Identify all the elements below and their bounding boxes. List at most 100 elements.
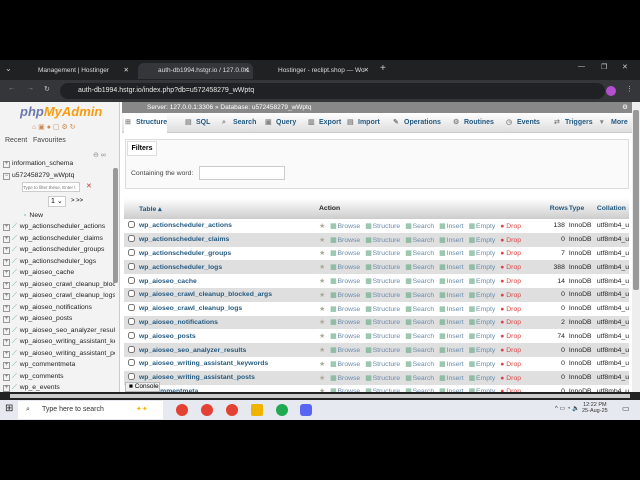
forward-icon[interactable]: →: [27, 85, 34, 92]
structure-link[interactable]: ▦Structure: [365, 278, 400, 285]
insert-link[interactable]: ▦Insert: [439, 306, 463, 313]
sidebar-table-item[interactable]: + ⟋ wp_comments: [3, 373, 115, 381]
drop-link[interactable]: ● Drop: [500, 278, 521, 285]
col-type[interactable]: Type: [568, 198, 597, 219]
chrome-profile-icon[interactable]: [201, 404, 213, 416]
chrome-icon[interactable]: [176, 404, 188, 416]
col-table[interactable]: Table ▴: [139, 198, 319, 219]
clock[interactable]: 12:22 PM 25-Aug-25: [582, 402, 608, 414]
insert-link[interactable]: ▦Insert: [439, 333, 463, 340]
favorite-star-icon[interactable]: ★: [319, 223, 325, 230]
favorite-star-icon[interactable]: ★: [319, 333, 325, 340]
profile-avatar[interactable]: [606, 86, 616, 96]
settings-icon[interactable]: ⚙: [622, 102, 628, 113]
insert-link[interactable]: ▦Insert: [439, 375, 463, 382]
close-icon[interactable]: ✕: [124, 63, 129, 79]
drop-link[interactable]: ● Drop: [500, 306, 521, 313]
table-name-link[interactable]: wp_actionscheduler_logs: [139, 260, 319, 275]
empty-link[interactable]: ▦Empty: [469, 347, 496, 354]
row-checkbox[interactable]: [128, 235, 135, 243]
row-checkbox[interactable]: [128, 345, 135, 353]
sidebar-table-item[interactable]: + ⟋ wp_actionscheduler_groups: [3, 246, 115, 254]
close-icon[interactable]: ✕: [244, 63, 249, 79]
drop-link[interactable]: ● Drop: [500, 223, 521, 230]
drop-link[interactable]: ● Drop: [500, 375, 521, 382]
drop-link[interactable]: ● Drop: [500, 250, 521, 257]
sidebar-table-item[interactable]: + ⟋ wp_commentmeta: [3, 361, 115, 369]
row-checkbox[interactable]: [128, 262, 135, 270]
favorite-star-icon[interactable]: ★: [319, 375, 325, 382]
sidebar-table-item[interactable]: + ⟋ wp_aioseo_crawl_cleanup_logs: [3, 292, 115, 300]
back-icon[interactable]: ←: [8, 85, 15, 92]
table-name-link[interactable]: wp_aioseo_crawl_cleanup_logs: [139, 301, 319, 316]
structure-link[interactable]: ▦Structure: [365, 375, 400, 382]
tab-phpmyadmin[interactable]: auth-db1994.hstgr.io / 127.0.0.1 ✕: [138, 63, 253, 79]
drop-link[interactable]: ● Drop: [500, 333, 521, 340]
main-scrollbar[interactable]: [632, 102, 640, 392]
empty-link[interactable]: ▦Empty: [469, 306, 496, 313]
browse-link[interactable]: ▦Browse: [330, 375, 360, 382]
tab-more[interactable]: ▾ More: [599, 113, 628, 133]
table-name-link[interactable]: wp_actionscheduler_claims: [139, 232, 319, 247]
home-icon[interactable]: ⌂ ▣ ● ▢ ⚙ ↻: [32, 123, 76, 131]
page-select[interactable]: 1 ⌄: [48, 196, 66, 207]
favorite-star-icon[interactable]: ★: [319, 347, 325, 354]
close-window-button[interactable]: ✕: [622, 63, 628, 71]
structure-link[interactable]: ▦Structure: [365, 361, 400, 368]
favorite-star-icon[interactable]: ★: [319, 237, 325, 244]
server-link[interactable]: Server: 127.0.0.1:3306: [147, 104, 213, 111]
sidebar-table-item[interactable]: + ⟋ wp_aioseo_notifications: [3, 304, 115, 312]
drop-link[interactable]: ● Drop: [500, 237, 521, 244]
search-link[interactable]: ▦Search: [405, 347, 434, 354]
empty-link[interactable]: ▦Empty: [469, 375, 496, 382]
file-explorer-icon[interactable]: [251, 404, 263, 416]
row-checkbox[interactable]: [128, 248, 135, 256]
sidebar-table-item[interactable]: + ⟋ wp_actionscheduler_claims: [3, 235, 115, 243]
drop-link[interactable]: ● Drop: [500, 264, 521, 271]
tab-routines[interactable]: ⚙ Routines: [452, 113, 494, 133]
reload-icon[interactable]: ↻: [44, 85, 50, 93]
insert-link[interactable]: ▦Insert: [439, 319, 463, 326]
structure-link[interactable]: ▦Structure: [365, 250, 400, 257]
sidebar-scrollbar[interactable]: [113, 168, 118, 283]
favourites-button[interactable]: Favourites: [33, 137, 66, 144]
row-checkbox[interactable]: [128, 373, 135, 381]
browse-link[interactable]: ▦Browse: [330, 264, 360, 271]
row-checkbox[interactable]: [128, 221, 135, 229]
search-link[interactable]: ▦Search: [405, 333, 434, 340]
row-checkbox[interactable]: [128, 290, 135, 298]
horizontal-scrollbar[interactable]: [0, 392, 640, 400]
minimize-button[interactable]: —: [578, 63, 585, 70]
tab-export[interactable]: ▥ Export: [307, 113, 341, 133]
tab-query[interactable]: ▣ Query: [264, 113, 296, 133]
tab-sql[interactable]: ▤ SQL: [184, 113, 210, 133]
favorite-star-icon[interactable]: ★: [319, 361, 325, 368]
tab-hostinger-management[interactable]: Management | Hostinger ✕: [18, 63, 133, 79]
browse-link[interactable]: ▦Browse: [330, 250, 360, 257]
search-link[interactable]: ▦Search: [405, 306, 434, 313]
empty-link[interactable]: ▦Empty: [469, 237, 496, 244]
row-checkbox[interactable]: [128, 331, 135, 339]
empty-link[interactable]: ▦Empty: [469, 264, 496, 271]
browse-link[interactable]: ▦Browse: [330, 223, 360, 230]
drop-link[interactable]: ● Drop: [500, 292, 521, 299]
col-rows[interactable]: Rows: [548, 198, 569, 219]
windows-start-icon[interactable]: ⊞: [5, 403, 13, 414]
db-information-schema[interactable]: + information_schema: [3, 160, 115, 168]
phpmyadmin-logo[interactable]: phpMyAdmin: [20, 104, 102, 119]
empty-link[interactable]: ▦Empty: [469, 361, 496, 368]
row-checkbox[interactable]: [128, 317, 135, 325]
tab-import[interactable]: ▤ Import: [346, 113, 380, 133]
db-u572458279[interactable]: − u572458279_wWptq: [3, 172, 115, 180]
structure-link[interactable]: ▦Structure: [365, 347, 400, 354]
app-icon[interactable]: [300, 404, 312, 416]
menu-icon[interactable]: ⋮: [626, 85, 633, 93]
clear-filter-icon[interactable]: ✕: [86, 182, 92, 190]
search-link[interactable]: ▦Search: [405, 223, 434, 230]
browse-link[interactable]: ▦Browse: [330, 347, 360, 354]
search-link[interactable]: ▦Search: [405, 292, 434, 299]
browse-link[interactable]: ▦Browse: [330, 306, 360, 313]
search-link[interactable]: ▦Search: [405, 237, 434, 244]
structure-link[interactable]: ▦Structure: [365, 237, 400, 244]
favorite-star-icon[interactable]: ★: [319, 306, 325, 313]
